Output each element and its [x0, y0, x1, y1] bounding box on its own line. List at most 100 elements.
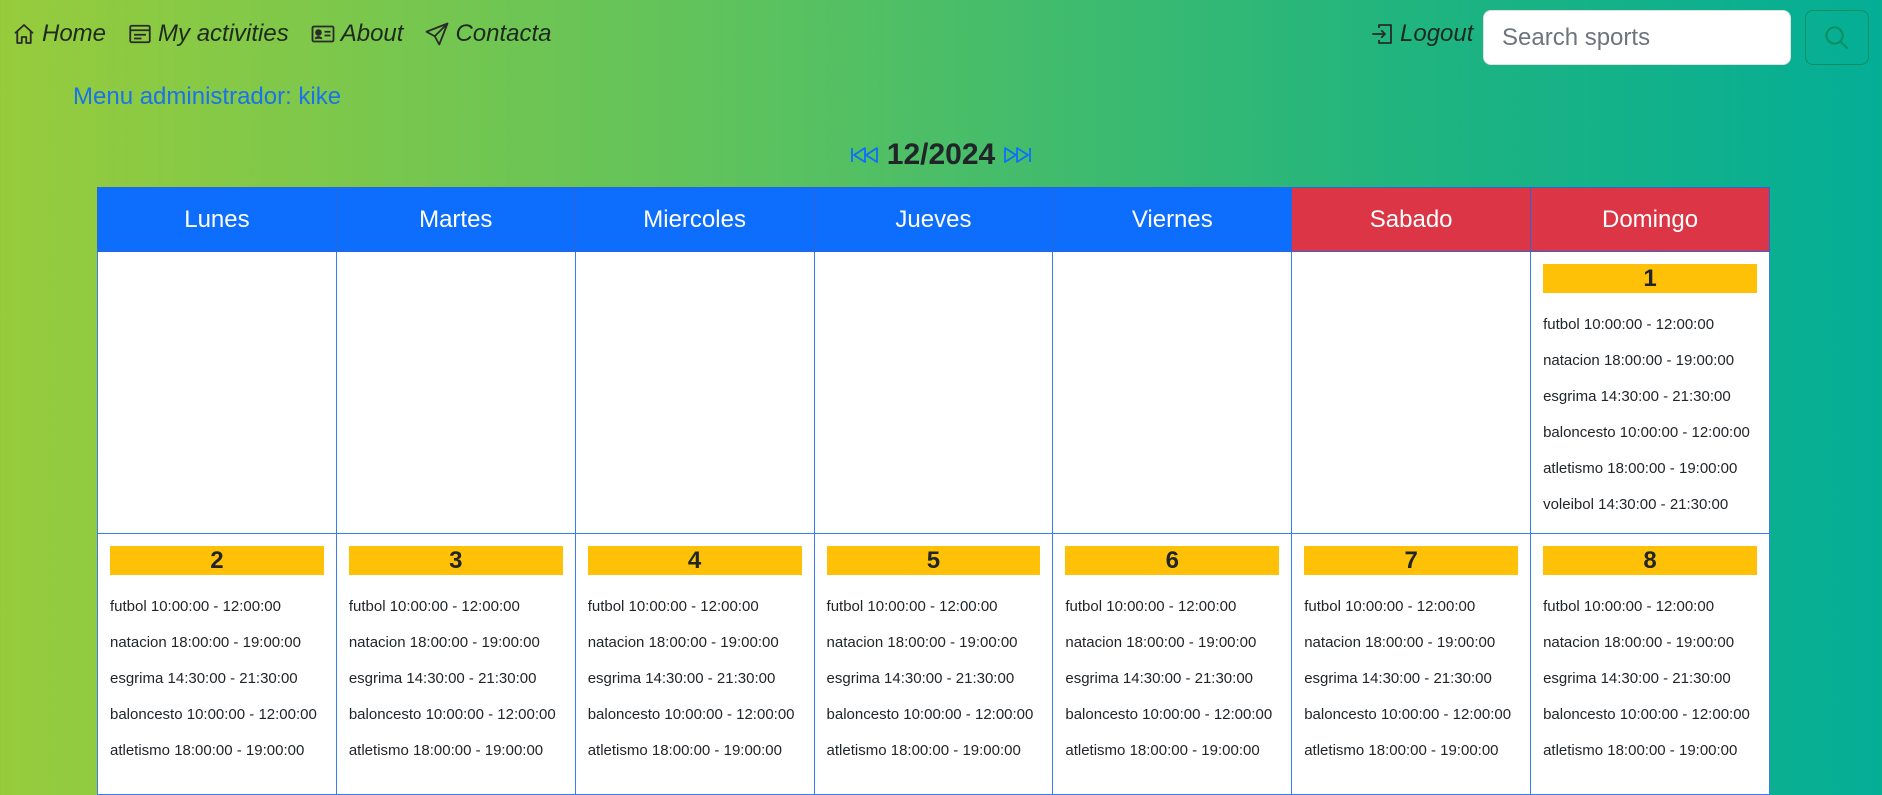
- nav-contact-label: Contacta: [455, 20, 552, 47]
- activity-item[interactable]: futbol 10:00:00 - 12:00:00: [1543, 307, 1757, 343]
- day-cell-5: 5 futbol 10:00:00 - 12:00:00 natacion 18…: [813, 533, 1054, 795]
- activity-item[interactable]: esgrima 14:30:00 - 21:30:00: [827, 661, 1041, 697]
- activity-item[interactable]: baloncesto 10:00:00 - 12:00:00: [1543, 415, 1757, 451]
- nav-my-activities-label: My activities: [158, 20, 289, 47]
- activity-item[interactable]: atletismo 18:00:00 - 19:00:00: [110, 733, 324, 769]
- nav-home-link[interactable]: Home: [12, 20, 106, 48]
- activity-item[interactable]: baloncesto 10:00:00 - 12:00:00: [588, 697, 802, 733]
- activity-item[interactable]: baloncesto 10:00:00 - 12:00:00: [827, 697, 1041, 733]
- day-cell-7: 7 futbol 10:00:00 - 12:00:00 natacion 18…: [1291, 533, 1532, 795]
- activity-item[interactable]: atletismo 18:00:00 - 19:00:00: [827, 733, 1041, 769]
- header-sabado: Sabado: [1291, 187, 1532, 252]
- search-icon: [1825, 25, 1849, 49]
- activity-item[interactable]: natacion 18:00:00 - 19:00:00: [1304, 625, 1518, 661]
- send-icon: [426, 22, 449, 46]
- activity-item[interactable]: esgrima 14:30:00 - 21:30:00: [1065, 661, 1279, 697]
- day-cell-4: 4 futbol 10:00:00 - 12:00:00 natacion 18…: [574, 533, 815, 795]
- activity-item[interactable]: atletismo 18:00:00 - 19:00:00: [1543, 733, 1757, 769]
- activity-item[interactable]: esgrima 14:30:00 - 21:30:00: [1304, 661, 1518, 697]
- activity-item[interactable]: esgrima 14:30:00 - 21:30:00: [588, 661, 802, 697]
- activity-item[interactable]: baloncesto 10:00:00 - 12:00:00: [1304, 697, 1518, 733]
- header-domingo: Domingo: [1530, 187, 1770, 252]
- calendar-table: Lunes Martes Miercoles Jueves Viernes Sa…: [97, 187, 1770, 795]
- day-number: 8: [1543, 546, 1757, 575]
- activity-item[interactable]: esgrima 14:30:00 - 21:30:00: [349, 661, 563, 697]
- day-number: 4: [587, 546, 802, 575]
- activity-item[interactable]: futbol 10:00:00 - 12:00:00: [1543, 589, 1757, 625]
- card-list-icon: [129, 24, 151, 44]
- logout-link[interactable]: Logout: [1370, 20, 1473, 48]
- day-number: 6: [1065, 546, 1280, 575]
- calendar-header-row: Lunes Martes Miercoles Jueves Viernes Sa…: [97, 187, 1770, 252]
- nav-contact-link[interactable]: Contacta: [425, 20, 552, 48]
- activity-item[interactable]: atletismo 18:00:00 - 19:00:00: [1543, 451, 1757, 487]
- empty-day-cell: [97, 251, 337, 534]
- empty-day-cell: [1291, 251, 1532, 534]
- header-miercoles: Miercoles: [574, 187, 815, 252]
- next-month-button[interactable]: [1001, 143, 1033, 167]
- activity-item[interactable]: futbol 10:00:00 - 12:00:00: [827, 589, 1041, 625]
- house-icon: [14, 24, 34, 44]
- navbar: Home My activities About Contacta Logout…: [0, 0, 1882, 76]
- day-cell-3: 3 futbol 10:00:00 - 12:00:00 natacion 18…: [335, 533, 576, 795]
- box-arrow-in-right-icon: [1372, 24, 1392, 44]
- header-martes: Martes: [335, 187, 576, 252]
- activity-item[interactable]: natacion 18:00:00 - 19:00:00: [588, 625, 802, 661]
- activity-item[interactable]: esgrima 14:30:00 - 21:30:00: [1543, 661, 1757, 697]
- activity-item[interactable]: esgrima 14:30:00 - 21:30:00: [1543, 379, 1757, 415]
- day-cell-2: 2 futbol 10:00:00 - 12:00:00 natacion 18…: [97, 533, 337, 795]
- person-vcard-icon: [311, 25, 335, 43]
- month-label: 12/2024: [886, 138, 996, 171]
- nav-my-activities-link[interactable]: My activities: [128, 20, 289, 48]
- admin-menu-link[interactable]: Menu administrador: kike: [73, 83, 341, 111]
- skip-backward-icon: [850, 147, 878, 163]
- header-lunes: Lunes: [97, 187, 337, 252]
- calendar-week-1: 1 futbol 10:00:00 - 12:00:00 natacion 18…: [97, 251, 1770, 534]
- activity-item[interactable]: esgrima 14:30:00 - 21:30:00: [110, 661, 324, 697]
- day-number: 2: [110, 546, 324, 575]
- activity-item[interactable]: atletismo 18:00:00 - 19:00:00: [349, 733, 563, 769]
- activity-item[interactable]: futbol 10:00:00 - 12:00:00: [349, 589, 563, 625]
- activity-item[interactable]: futbol 10:00:00 - 12:00:00: [1065, 589, 1279, 625]
- activity-item[interactable]: natacion 18:00:00 - 19:00:00: [349, 625, 563, 661]
- month-navigation: 12/2024: [0, 138, 1882, 172]
- activity-item[interactable]: natacion 18:00:00 - 19:00:00: [827, 625, 1041, 661]
- header-viernes: Viernes: [1052, 187, 1293, 252]
- empty-day-cell: [574, 251, 815, 534]
- activity-item[interactable]: natacion 18:00:00 - 19:00:00: [110, 625, 324, 661]
- activity-item[interactable]: baloncesto 10:00:00 - 12:00:00: [110, 697, 324, 733]
- logout-label: Logout: [1400, 20, 1474, 47]
- activity-item[interactable]: atletismo 18:00:00 - 19:00:00: [1065, 733, 1279, 769]
- search-input[interactable]: [1483, 10, 1791, 65]
- activity-item[interactable]: atletismo 18:00:00 - 19:00:00: [1304, 733, 1518, 769]
- empty-day-cell: [813, 251, 1054, 534]
- activity-item[interactable]: baloncesto 10:00:00 - 12:00:00: [349, 697, 563, 733]
- nav-home-label: Home: [42, 20, 107, 47]
- activity-item[interactable]: futbol 10:00:00 - 12:00:00: [588, 589, 802, 625]
- empty-day-cell: [1052, 251, 1293, 534]
- search-button[interactable]: [1805, 10, 1869, 65]
- calendar-week-2: 2 futbol 10:00:00 - 12:00:00 natacion 18…: [97, 533, 1770, 795]
- activity-item[interactable]: natacion 18:00:00 - 19:00:00: [1065, 625, 1279, 661]
- nav-about-label: About: [340, 20, 404, 47]
- nav-about-link[interactable]: About: [311, 20, 404, 48]
- skip-forward-icon: [1004, 147, 1032, 163]
- header-jueves: Jueves: [813, 187, 1054, 252]
- day-number: 5: [826, 546, 1041, 575]
- nav-links: Home My activities About Contacta: [12, 20, 552, 48]
- activity-item[interactable]: futbol 10:00:00 - 12:00:00: [1304, 589, 1518, 625]
- activity-item[interactable]: atletismo 18:00:00 - 19:00:00: [588, 733, 802, 769]
- day-number: 1: [1543, 264, 1757, 293]
- day-cell-6: 6 futbol 10:00:00 - 12:00:00 natacion 18…: [1052, 533, 1293, 795]
- prev-month-button[interactable]: [849, 143, 881, 167]
- activity-item[interactable]: baloncesto 10:00:00 - 12:00:00: [1065, 697, 1279, 733]
- day-cell-8: 8 futbol 10:00:00 - 12:00:00 natacion 18…: [1530, 533, 1770, 795]
- day-number: 7: [1304, 546, 1519, 575]
- day-number: 3: [348, 546, 563, 575]
- activity-item[interactable]: natacion 18:00:00 - 19:00:00: [1543, 625, 1757, 661]
- activity-item[interactable]: futbol 10:00:00 - 12:00:00: [110, 589, 324, 625]
- empty-day-cell: [335, 251, 576, 534]
- activity-item[interactable]: natacion 18:00:00 - 19:00:00: [1543, 343, 1757, 379]
- activity-item[interactable]: baloncesto 10:00:00 - 12:00:00: [1543, 697, 1757, 733]
- activity-item[interactable]: voleibol 14:30:00 - 21:30:00: [1543, 487, 1757, 523]
